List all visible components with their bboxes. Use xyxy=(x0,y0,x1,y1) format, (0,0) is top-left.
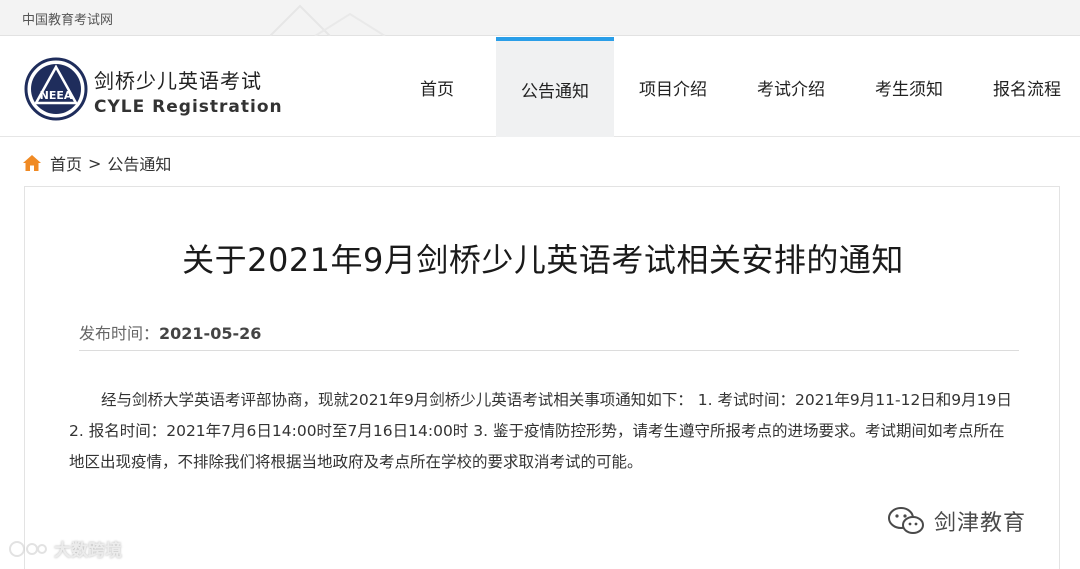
wechat-icon xyxy=(888,507,924,534)
brand-title: 剑桥少儿英语考试 xyxy=(94,69,262,93)
nav-registration-process[interactable]: 报名流程 xyxy=(968,37,1080,137)
breadcrumb: 首页 > 公告通知 xyxy=(22,151,171,175)
site-name-link[interactable]: 中国教育考试网 xyxy=(22,9,113,28)
nav-program-intro[interactable]: 项目介绍 xyxy=(614,37,732,137)
article-meta: 发布时间：2021-05-26 xyxy=(79,320,261,344)
site-header: NEEA 剑桥少儿英语考试 CYLE Registration 首页 公告通知 … xyxy=(0,37,1080,137)
watermark-right-text: 剑津教育 xyxy=(934,511,1027,536)
nav-announcements[interactable]: 公告通知 xyxy=(496,37,614,137)
home-icon xyxy=(23,155,41,171)
nav-exam-intro[interactable]: 考试介绍 xyxy=(732,37,850,137)
published-label: 发布时间： xyxy=(79,324,160,343)
decorative-mountains xyxy=(270,4,386,36)
logo-text: NEEA xyxy=(40,89,73,102)
neea-logo[interactable]: NEEA xyxy=(24,57,88,121)
meta-divider xyxy=(79,350,1019,351)
nav-candidate-notes[interactable]: 考生须知 xyxy=(850,37,968,137)
breadcrumb-home-link[interactable]: 首页 xyxy=(50,151,82,175)
article-body: 经与剑桥大学英语考评部协商，现就2021年9月剑桥少儿英语考试相关事项通知如下：… xyxy=(69,391,1012,471)
breadcrumb-separator: > xyxy=(88,153,102,173)
watermark-left: 大数跨境 xyxy=(8,536,122,561)
watermark-right: 剑津教育 xyxy=(886,505,1026,537)
brand-subtitle: CYLE Registration xyxy=(94,97,283,117)
top-bar: 中国教育考试网 xyxy=(0,0,1080,36)
article-title: 关于2021年9月剑桥少儿英语考试相关安排的通知 xyxy=(182,241,904,279)
breadcrumb-current[interactable]: 公告通知 xyxy=(107,151,171,175)
main-nav: 首页 公告通知 项目介绍 考试介绍 考生须知 报名流程 xyxy=(378,37,1080,137)
published-date: 2021-05-26 xyxy=(159,324,262,343)
nav-home[interactable]: 首页 xyxy=(378,37,496,137)
watermark-left-text: 大数跨境 xyxy=(54,541,122,561)
watermark-logo-icon xyxy=(9,540,47,557)
